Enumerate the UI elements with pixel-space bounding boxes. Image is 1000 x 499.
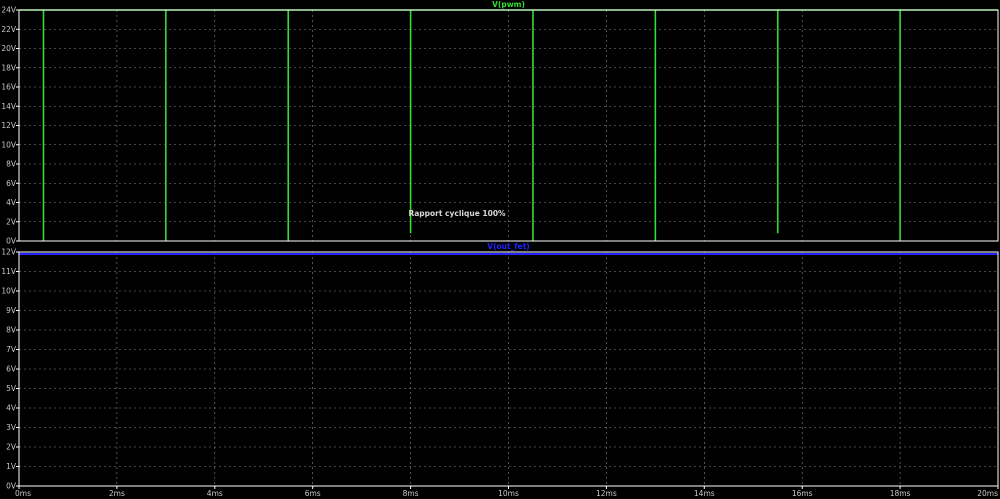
y-tick-label: 18V	[1, 63, 17, 72]
time-x-ticks: 0ms 2ms 4ms 6ms 8ms 10ms 12ms 14ms 16ms 18ms 20ms	[15, 486, 999, 498]
y-tick-label: 3V	[6, 423, 17, 432]
x-tick-label: 4ms	[207, 489, 223, 498]
out-fet-pane: 0V1V2V3V4V5V6V7V8V9V10V11V12V 0ms 2ms 4ms 6…	[1, 242, 999, 498]
y-tick-label: 20V	[1, 44, 17, 53]
y-tick-label: 8V	[6, 326, 17, 335]
y-tick-label: 9V	[6, 306, 17, 315]
y-tick-label: 0V	[6, 237, 17, 246]
x-tick-label: 16ms	[792, 489, 813, 498]
x-tick-label: 0ms	[15, 489, 31, 498]
y-tick-label: 12V	[1, 121, 17, 130]
x-tick-label: 8ms	[403, 489, 419, 498]
y-tick-label: 7V	[6, 345, 17, 354]
pwm-trace-title[interactable]: V(pwm)	[492, 0, 525, 9]
y-tick-label: 10V	[1, 140, 17, 149]
duty-cycle-annotation: Rapport cyclique 100%	[408, 209, 506, 218]
pwm-y-ticks: 0V 2V 4V 6V 8V 10V 12V 14V 16V 18V 20V 22V 24V	[1, 6, 19, 246]
y-tick-label: 16V	[1, 83, 17, 92]
x-tick-label: 12ms	[596, 489, 617, 498]
y-tick-label: 22V	[1, 25, 17, 34]
y-tick-label: 4V	[6, 404, 17, 413]
pwm-pane: 0V 2V 4V 6V 8V 10V 12V 14V 16V 18V 20V 22V 24V V(pwm…	[1, 0, 999, 246]
y-tick-label: 1V	[6, 462, 17, 471]
oscilloscope-view: 0V 2V 4V 6V 8V 10V 12V 14V 16V 18V 20V 22V 24V V(pwm…	[1, 0, 999, 498]
out-fet-y-ticks: 0V1V2V3V4V5V6V7V8V9V10V11V12V	[1, 248, 19, 491]
y-tick-label: 4V	[6, 198, 17, 207]
y-tick-label: 6V	[6, 365, 17, 374]
y-tick-label: 6V	[6, 179, 17, 188]
y-tick-label: 14V	[1, 102, 17, 111]
y-tick-label: 2V	[6, 443, 17, 452]
x-tick-label: 20ms	[977, 489, 998, 498]
y-tick-label: 12V	[1, 248, 17, 257]
x-tick-label: 14ms	[694, 489, 715, 498]
y-tick-label: 2V	[6, 217, 17, 226]
y-tick-label: 11V	[1, 267, 17, 276]
y-tick-label: 24V	[1, 6, 17, 15]
y-tick-label: 8V	[6, 160, 17, 169]
x-tick-label: 18ms	[890, 489, 911, 498]
out-fet-trace-title[interactable]: V(out_fet)	[487, 242, 529, 251]
x-tick-label: 6ms	[305, 489, 321, 498]
y-tick-label: 10V	[1, 287, 17, 296]
out-fet-grid	[19, 252, 998, 486]
x-tick-label: 2ms	[109, 489, 125, 498]
x-tick-label: 10ms	[498, 489, 519, 498]
y-tick-label: 5V	[6, 384, 17, 393]
